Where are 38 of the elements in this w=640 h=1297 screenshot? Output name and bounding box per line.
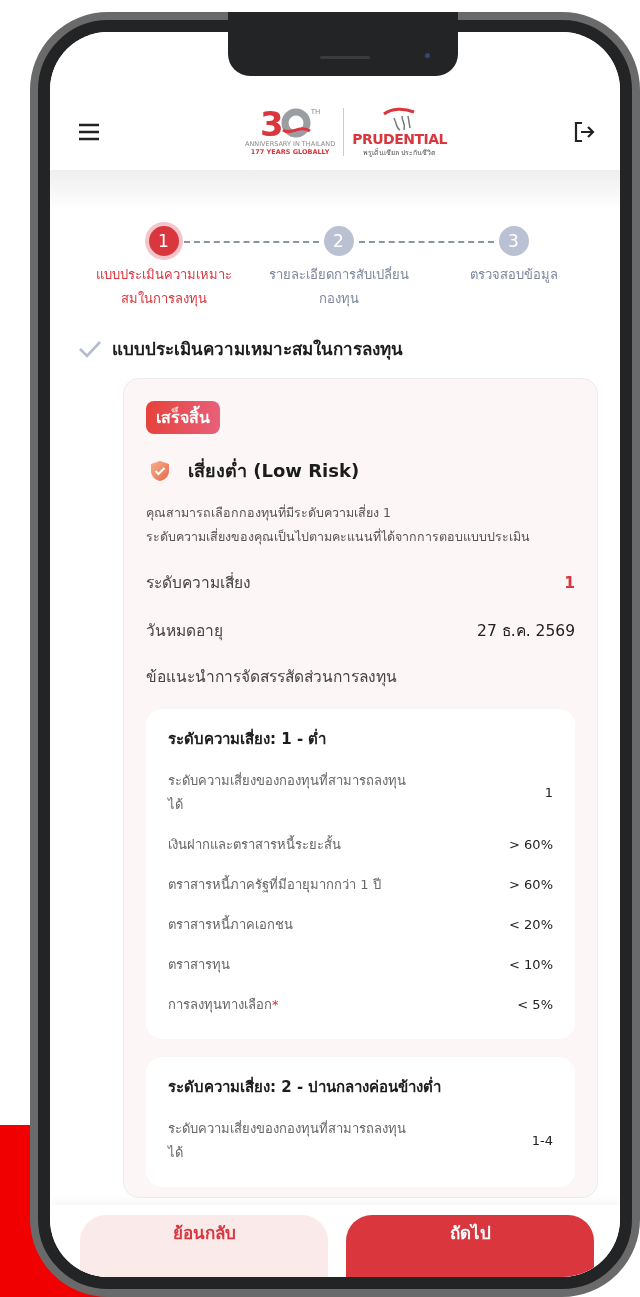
allocation-value: < 10% xyxy=(509,956,553,974)
allocation-title: ระดับความเสี่ยง: 1 - ต่ำ xyxy=(168,727,328,750)
next-button[interactable]: ถัดไป xyxy=(346,1215,594,1277)
description-text: คุณสามารถเลือกกองทุนที่มีระดับความเสี่ยง 1 ระดับความเสี่ยงของคุณเป็นไปตามคะแนนที่ได้จากการตอบแบบประเมิน xyxy=(146,503,531,547)
allocation-label: ระดับความเสี่ยงของกองทุนที่สามารถลงทุนได้ xyxy=(168,771,407,814)
risk-title: เสี่ยงต่ำ (Low Risk) xyxy=(188,457,360,483)
section-title: แบบประเมินความเหมาะสมในการลงทุน xyxy=(112,338,403,362)
logout-icon xyxy=(572,120,596,144)
allocation-label: ตราสารหนี้ภาครัฐที่มีอายุมากกว่า 1 ปี xyxy=(168,874,381,895)
shield-check-icon xyxy=(150,459,170,482)
menu-icon xyxy=(78,123,100,141)
status-badge: เสร็จสิ้น xyxy=(146,401,220,434)
logo-brand: PRUDENTIAL xyxy=(352,132,447,147)
allocation-label: ตราสารทุน xyxy=(168,956,230,975)
advice-title: ข้อแนะนำการจัดสรรสัดส่วนการลงทุน xyxy=(146,667,398,689)
allocation-label: ระดับความเสี่ยงของกองทุนที่สามารถลงทุนได้ xyxy=(168,1119,407,1162)
allocation-value: > 60% xyxy=(509,876,553,894)
allocation-value: 1-4 xyxy=(531,1132,553,1150)
allocation-value: 1 xyxy=(544,784,553,802)
field-label: ระดับความเสี่ยง xyxy=(146,571,251,594)
allocation-label: ตราสารหนี้ภาคเอกชน xyxy=(168,914,293,934)
ring-logo-icon xyxy=(280,108,311,138)
field-value: 27 ธ.ค. 2569 xyxy=(477,621,575,642)
allocation-value: > 60% xyxy=(509,836,553,854)
allocation-title: ระดับความเสี่ยง: 2 - ปานกลางค่อนข้างต่ำ xyxy=(168,1075,443,1098)
logo-number: 3 xyxy=(259,108,284,140)
allocation-value: < 5% xyxy=(517,996,553,1014)
allocation-label: การลงทุนทางเลือก* xyxy=(168,996,279,1015)
allocation-value: < 20% xyxy=(509,916,553,934)
field-value: 1 xyxy=(564,573,575,594)
step-number[interactable]: 1 xyxy=(148,226,179,256)
back-button[interactable]: ย้อนกลับ xyxy=(80,1215,328,1277)
step-label[interactable]: ตรวจสอบข้อมูล xyxy=(431,263,596,287)
allocation-label: เงินฝากและตราสารหนี้ระยะสั้น xyxy=(168,834,341,854)
menu-button[interactable] xyxy=(76,121,102,143)
step-label[interactable]: รายละเอียดการสับเปลี่ยนกองทุน xyxy=(256,263,421,311)
field-label: วันหมดอายุ xyxy=(146,621,223,643)
step-label[interactable]: แบบประเมินความเหมาะสมในการลงทุน xyxy=(81,263,246,311)
